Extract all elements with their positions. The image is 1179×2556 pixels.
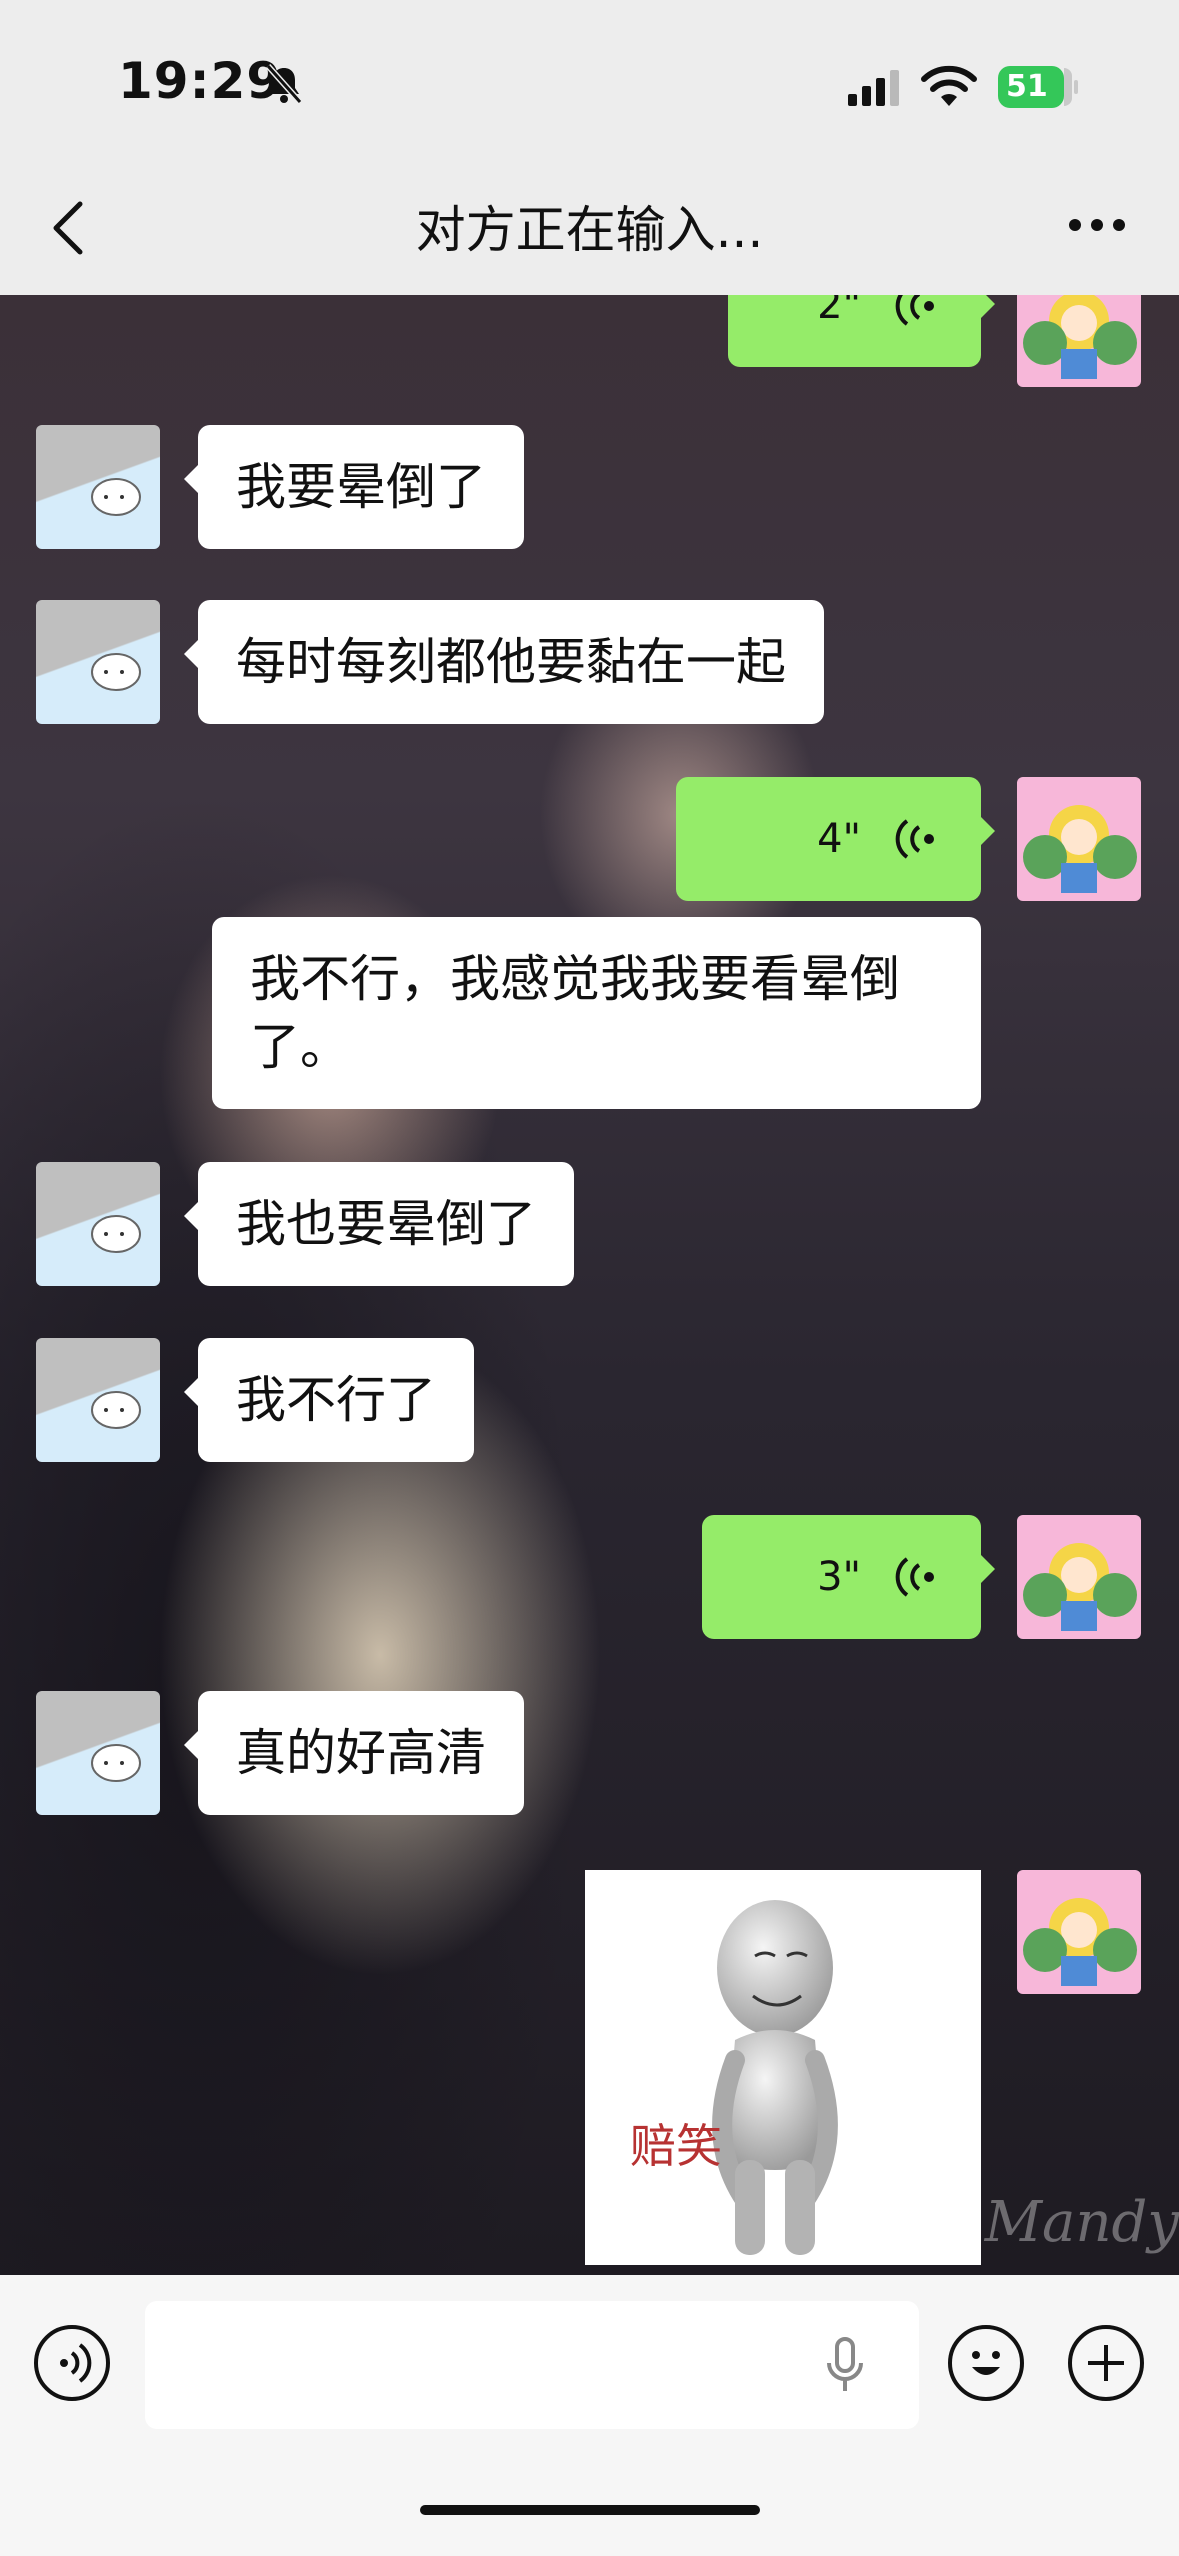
battery-level: 51 xyxy=(998,66,1064,108)
my-avatar[interactable] xyxy=(1017,1515,1141,1639)
chat-header: 对方正在输入... xyxy=(0,150,1179,295)
chat-area[interactable]: Mandy 2" 我要晕倒了 每时每刻都他要黏在一起 4" 我不行，我感觉我我要… xyxy=(0,295,1179,2275)
contact-avatar[interactable] xyxy=(36,600,160,724)
my-avatar[interactable] xyxy=(1017,777,1141,901)
plus-icon[interactable] xyxy=(1068,2325,1144,2401)
home-indicator[interactable] xyxy=(420,2505,760,2515)
contact-avatar[interactable] xyxy=(36,1338,160,1462)
voice-wave-icon xyxy=(895,295,934,326)
sticker-message[interactable]: 赔笑 xyxy=(585,1870,981,2265)
message-bubble[interactable]: 我不行了 xyxy=(184,1338,474,1462)
bell-slash-icon xyxy=(265,64,303,104)
voice-duration: 3" xyxy=(817,1554,861,1600)
smiling-figure-sticker xyxy=(712,1900,838,2255)
wifi-icon xyxy=(921,65,977,106)
battery-charging-icon: 51 xyxy=(998,66,1078,108)
chat-title: 对方正在输入... xyxy=(415,201,764,259)
contact-avatar[interactable] xyxy=(36,1162,160,1286)
voice-message[interactable]: 2" xyxy=(728,295,995,367)
voice-duration: 4" xyxy=(817,816,861,862)
ellipsis-icon[interactable] xyxy=(1067,210,1127,240)
voice-message[interactable]: 4" xyxy=(676,777,995,901)
my-avatar[interactable] xyxy=(1017,1870,1141,1994)
voice-transcript[interactable]: 我不行，我感觉我我要看晕倒了。 xyxy=(212,917,981,1109)
contact-avatar[interactable] xyxy=(36,1691,160,1815)
message-bubble[interactable]: 我要晕倒了 xyxy=(184,425,524,549)
message-bubble[interactable]: 真的好高清 xyxy=(184,1691,524,1815)
input-bar xyxy=(0,2275,1179,2556)
status-bar: 19:29 51 xyxy=(0,0,1179,150)
message-bubble[interactable]: 我也要晕倒了 xyxy=(184,1162,574,1286)
my-avatar[interactable] xyxy=(1017,295,1141,387)
voice-mode-icon[interactable] xyxy=(34,2325,110,2401)
voice-wave-icon xyxy=(895,1557,934,1597)
cellular-signal-icon xyxy=(848,70,899,106)
voice-wave-icon xyxy=(895,819,934,859)
photo-watermark: Mandy xyxy=(984,2190,1179,2255)
contact-avatar[interactable] xyxy=(36,425,160,549)
message-input[interactable] xyxy=(145,2301,919,2429)
microphone-icon[interactable] xyxy=(820,2335,870,2395)
status-time: 19:29 xyxy=(118,52,283,110)
message-bubble[interactable]: 每时每刻都他要黏在一起 xyxy=(184,600,824,724)
voice-duration: 2" xyxy=(817,295,861,328)
emoji-icon[interactable] xyxy=(948,2325,1024,2401)
sticker-caption: 赔笑 xyxy=(630,2119,722,2173)
voice-message[interactable]: 3" xyxy=(702,1515,995,1639)
